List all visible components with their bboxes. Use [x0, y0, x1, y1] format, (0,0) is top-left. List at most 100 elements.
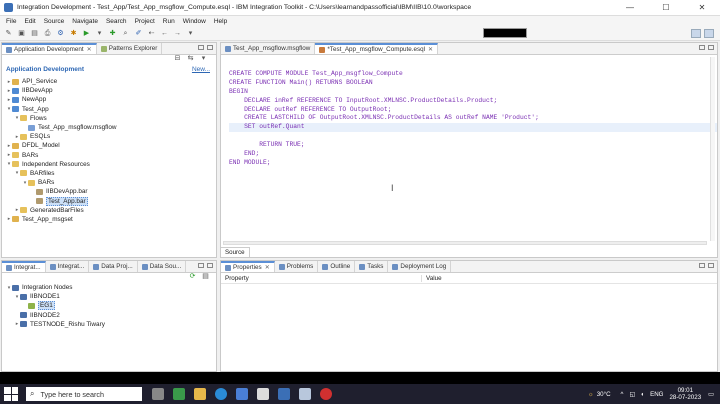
maximize-button[interactable]: ☐ — [648, 0, 684, 16]
tree-item[interactable]: ▾ Flows — [2, 114, 216, 123]
refresh-icon[interactable]: ⟳ — [188, 273, 197, 281]
maximize-view-icon[interactable] — [207, 45, 213, 50]
weather-icon[interactable]: ☼ — [588, 391, 594, 398]
task-view-icon[interactable] — [152, 388, 164, 400]
back-icon[interactable]: ← — [160, 30, 169, 38]
maximize-view-icon[interactable] — [708, 263, 714, 268]
code-line[interactable]: BEGIN — [229, 88, 717, 97]
minimize-button[interactable]: — — [612, 0, 648, 16]
code-line[interactable]: DECLARE inRef REFERENCE TO InputRoot.XML… — [229, 97, 717, 106]
code-line[interactable]: END MODULE; — [229, 159, 717, 168]
menu-project[interactable]: Project — [135, 18, 155, 25]
tab-esql[interactable]: *Test_App_msgflow_Compute.esql ✕ — [315, 43, 439, 54]
close-icon[interactable]: ✕ — [428, 46, 433, 53]
tree-item[interactable]: ▸ DFDL_Model — [2, 141, 216, 150]
code-line[interactable]: CREATE COMPUTE MODULE Test_App_msgflow_C… — [229, 70, 717, 79]
vertical-scrollbar[interactable] — [710, 57, 715, 241]
close-icon[interactable]: ✕ — [265, 264, 270, 271]
menu-source[interactable]: Source — [44, 18, 65, 25]
tree-item[interactable]: ▸ Test_App_msgset — [2, 215, 216, 224]
annotation-icon[interactable]: ✐ — [134, 30, 143, 38]
app-icon-red[interactable] — [320, 388, 332, 400]
maximize-view-icon[interactable] — [207, 263, 213, 268]
forward-dropdown-icon[interactable]: ▾ — [186, 30, 195, 38]
network-icon[interactable]: ◱ — [629, 391, 635, 398]
nav-prev-icon[interactable]: ⇠ — [147, 30, 156, 38]
search-icon[interactable]: ⌕ — [121, 30, 130, 38]
save-icon[interactable]: ▣ — [17, 30, 26, 38]
tab-bottom-left-0[interactable]: Integrat... — [2, 261, 46, 272]
weather-text[interactable]: 30°C — [597, 391, 611, 398]
menu-edit[interactable]: Edit — [24, 18, 35, 25]
code-line[interactable]: END; — [229, 150, 717, 159]
forward-icon[interactable]: → — [173, 30, 182, 38]
menu-search[interactable]: Search — [106, 18, 127, 25]
tab-problems[interactable]: Problems — [275, 261, 319, 272]
menu-navigate[interactable]: Navigate — [72, 18, 98, 25]
close-button[interactable]: ✕ — [684, 0, 720, 16]
tree-item[interactable]: ▾ BARfiles — [2, 169, 216, 178]
menu-file[interactable]: File — [6, 18, 16, 25]
tab-deployment-log[interactable]: Deployment Log — [388, 261, 452, 272]
volume-icon[interactable]: ◖ — [640, 391, 644, 398]
app-icon-green[interactable] — [173, 388, 185, 400]
app-icon-blue[interactable] — [236, 388, 248, 400]
tree-item[interactable]: ▸ TESTNODE_Rishu Tiwary — [2, 320, 216, 329]
minimize-view-icon[interactable] — [699, 263, 705, 268]
language-indicator[interactable]: ENG — [650, 391, 663, 398]
link-editor-icon[interactable]: ⇆ — [186, 55, 195, 63]
maximize-view-icon[interactable] — [708, 45, 714, 50]
menu-help[interactable]: Help — [214, 18, 227, 25]
perspective-icon[interactable] — [691, 29, 701, 38]
collapse-all-icon[interactable]: ⊟ — [173, 55, 182, 63]
new-link[interactable]: New... — [192, 66, 210, 73]
code-line[interactable]: DECLARE outRef REFERENCE TO OutputRoot; — [229, 106, 717, 115]
tree-item[interactable]: ▾ Integration Nodes — [2, 283, 216, 292]
tree-item[interactable]: IIBNODE2 — [2, 311, 216, 320]
clock[interactable]: 09:01 28-07-2023 — [669, 387, 701, 401]
tree-item[interactable]: ▸ NewApp — [2, 95, 216, 104]
run-icon[interactable]: ▶ — [82, 30, 91, 38]
view-menu-icon[interactable]: ▾ — [199, 55, 208, 63]
tree-item[interactable]: Test_App.bar — [2, 196, 216, 206]
tray-chevron-icon[interactable]: ^ — [621, 391, 624, 398]
code-line[interactable]: RETURN TRUE; — [229, 141, 717, 150]
code-line[interactable]: SET outRef.Quant — [229, 123, 717, 133]
tree-item[interactable]: ▸ IIBDevApp — [2, 86, 216, 95]
run-dropdown-icon[interactable]: ▾ — [95, 30, 104, 38]
tree-item[interactable]: ▾ Independent Resources — [2, 160, 216, 169]
tab-properties[interactable]: Properties ✕ — [221, 261, 275, 272]
file-explorer-icon[interactable] — [194, 388, 206, 400]
tree-item[interactable]: ▸ BARs — [2, 151, 216, 160]
debug-icon[interactable]: ✚ — [108, 30, 117, 38]
print-icon[interactable]: ⎙ — [43, 30, 52, 38]
code-line[interactable] — [229, 132, 717, 141]
tree-item[interactable]: ▸ GeneratedBarFiles — [2, 206, 216, 215]
chrome-icon[interactable] — [257, 388, 269, 400]
new-icon[interactable]: ✎ — [4, 30, 13, 38]
tree-item[interactable]: EG1 — [2, 301, 216, 311]
tab-application-development[interactable]: Application Development ✕ — [2, 43, 97, 54]
minimize-view-icon[interactable] — [699, 45, 705, 50]
toolkit-icon[interactable] — [278, 388, 290, 400]
windows-start-icon[interactable] — [4, 387, 18, 401]
tab-bottom-left-1[interactable]: Integrat... — [46, 261, 90, 272]
build-icon[interactable]: ⚙ — [56, 30, 65, 38]
tree-item[interactable]: ▾ IIBNODE1 — [2, 292, 216, 301]
tree-item[interactable]: ▾ BARs — [2, 178, 216, 187]
tool-icon[interactable]: ✱ — [69, 30, 78, 38]
tab-bottom-left-2[interactable]: Data Proj... — [89, 261, 138, 272]
delete-icon[interactable]: ▤ — [201, 273, 210, 281]
menu-window[interactable]: Window — [183, 18, 206, 25]
code-editor[interactable]: CREATE COMPUTE MODULE Test_App_msgflow_C… — [221, 55, 717, 168]
tree-item[interactable]: ▸ API_Service — [2, 77, 216, 86]
tab-outline[interactable]: Outline — [318, 261, 356, 272]
minimize-view-icon[interactable] — [198, 45, 204, 50]
tree-item[interactable]: ▸ ESQLs — [2, 132, 216, 141]
menu-run[interactable]: Run — [163, 18, 175, 25]
edge-icon[interactable] — [215, 388, 227, 400]
quick-access-field[interactable] — [483, 28, 527, 38]
minimize-view-icon[interactable] — [198, 263, 204, 268]
tab-tasks[interactable]: Tasks — [355, 261, 389, 272]
notification-icon[interactable]: ▭ — [708, 391, 714, 398]
